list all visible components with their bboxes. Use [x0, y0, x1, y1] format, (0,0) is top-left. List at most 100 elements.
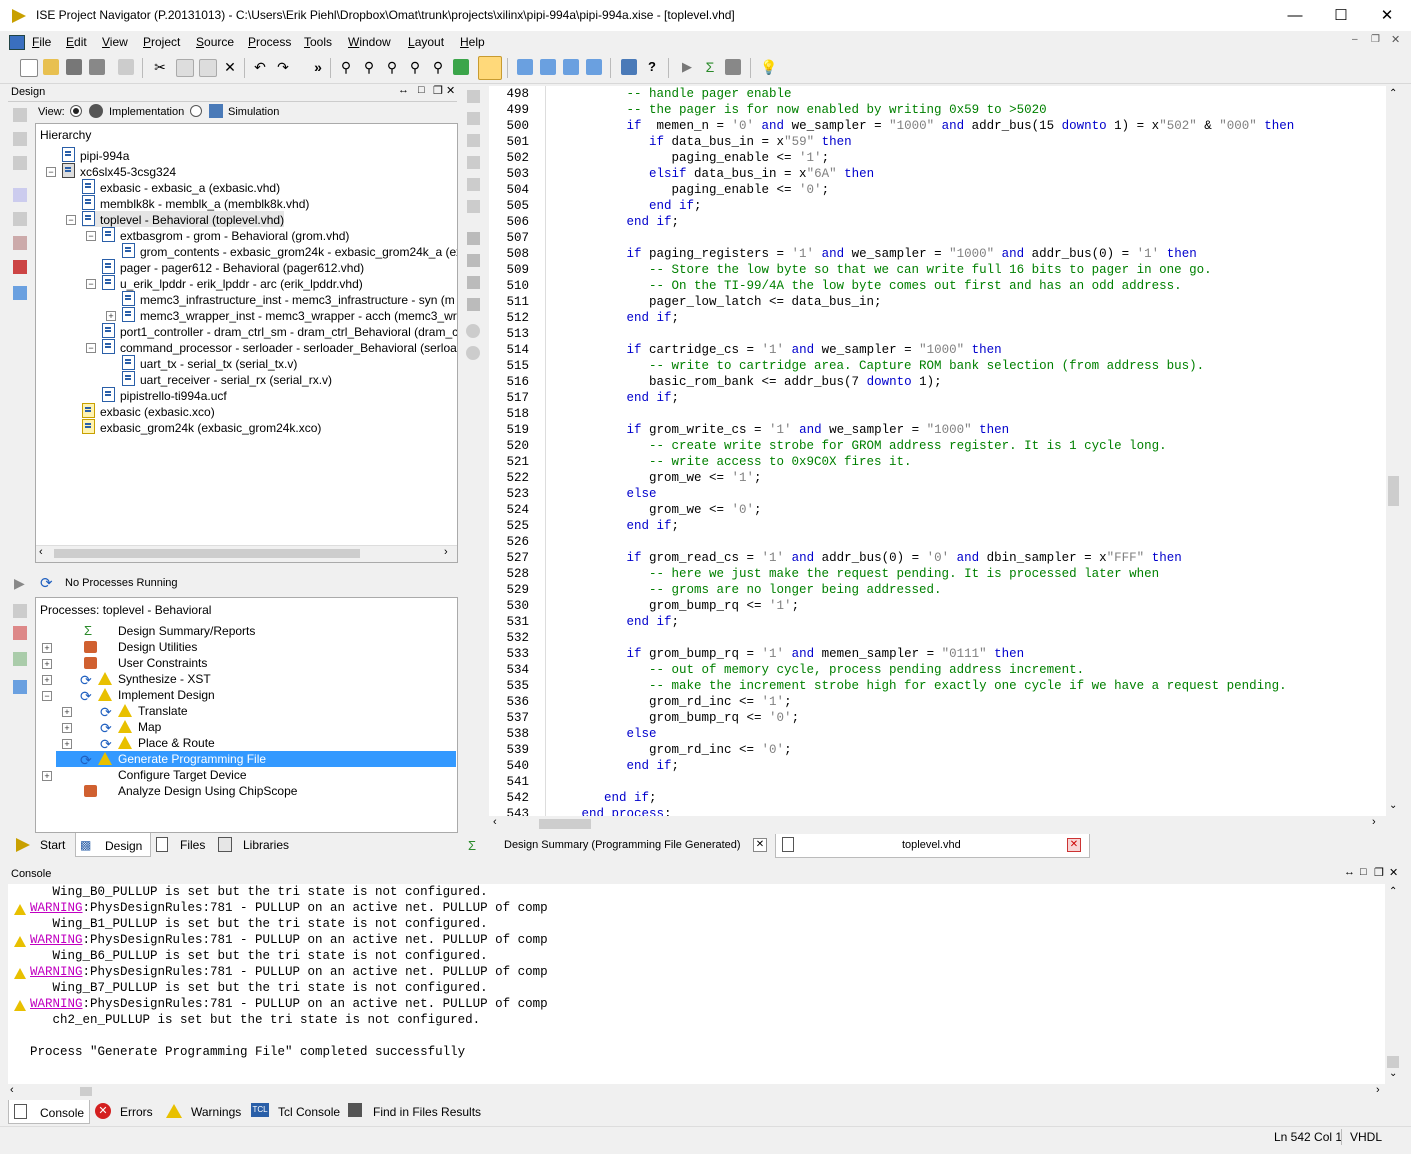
hierarchy-tree-item[interactable]: exbasic - exbasic_a (exbasic.vhd) [82, 179, 280, 195]
code-line[interactable]: if cartridge_cs = '1' and we_sampler = "… [559, 343, 1002, 357]
tab-design-summary[interactable]: Design Summary (Programming File Generat… [504, 839, 741, 851]
process-expander[interactable]: + [42, 675, 52, 685]
code-line[interactable]: end if; [559, 791, 657, 805]
warning-link[interactable]: WARNING [30, 901, 83, 915]
hierarchy-tree-item[interactable]: exbasic_grom24k (exbasic_grom24k.xco) [82, 419, 321, 435]
float-window-icon[interactable] [586, 59, 602, 75]
warning-link[interactable]: WARNING [30, 965, 83, 979]
code-editor[interactable]: 498 -- handle pager enable 499 -- the pag… [489, 86, 1386, 816]
process-expander[interactable]: − [42, 691, 52, 701]
code-line[interactable]: if memen_n = '0' and we_sampler = "1000"… [559, 119, 1295, 133]
panel-float-icon[interactable]: ↔ [398, 84, 409, 96]
process-item[interactable]: ⟳ Translate [56, 703, 456, 720]
code-line[interactable]: -- On the TI-99/4A the low byte comes ou… [559, 279, 1182, 293]
code-line[interactable]: end if; [559, 759, 680, 773]
process-expander[interactable]: + [42, 771, 52, 781]
menu-help[interactable]: Help [460, 35, 485, 49]
code-line[interactable]: -- make the increment strobe high for ex… [559, 679, 1287, 693]
mdi-minimize-icon[interactable]: – [1352, 34, 1358, 45]
code-line[interactable]: grom_we <= '1'; [559, 471, 762, 485]
code-line[interactable]: end if; [559, 199, 702, 213]
code-line[interactable]: end if; [559, 391, 680, 405]
code-line[interactable]: -- handle pager enable [559, 87, 792, 101]
find-icon[interactable]: ⚲ [430, 59, 446, 75]
menu-process[interactable]: Process [248, 35, 291, 49]
tab-warnings[interactable]: Warnings [191, 1105, 241, 1119]
hierarchy-tree-item[interactable]: xc6slx45-3csg324 [62, 163, 176, 179]
panel-minimize-icon[interactable]: □ [418, 84, 425, 96]
console-float-icon[interactable]: ↔ [1344, 866, 1355, 878]
hierarchy-tree-item[interactable]: uart_tx - serial_tx (serial_tx.v) [122, 355, 297, 371]
code-line[interactable]: -- write access to 0x9C0X fires it. [559, 455, 912, 469]
hierarchy-tree-item[interactable]: port1_controller - dram_ctrl_sm - dram_c… [102, 323, 457, 339]
menu-file[interactable]: File [32, 35, 51, 49]
tree-expander[interactable]: − [86, 279, 96, 289]
console-minimize-icon[interactable]: □ [1360, 866, 1367, 878]
code-line[interactable]: grom_bump_rq <= '0'; [559, 711, 799, 725]
warning-link[interactable]: WARNING [30, 997, 83, 1011]
redo-icon[interactable]: ↷ [275, 59, 291, 75]
process-item[interactable]: ⟳ Map [56, 719, 456, 736]
open-folder-icon[interactable] [43, 59, 59, 75]
code-line[interactable]: -- create write strobe for GROM address … [559, 439, 1167, 453]
paste-icon[interactable] [199, 59, 217, 77]
app-menu-icon[interactable] [9, 35, 25, 50]
save-icon[interactable] [66, 59, 82, 75]
tree-expander[interactable]: − [66, 215, 76, 225]
tile-horizontal-icon[interactable] [540, 59, 556, 75]
help-cursor-icon[interactable]: ? [644, 59, 660, 75]
menu-source[interactable]: Source [196, 35, 234, 49]
editor-horizontal-scrollbar[interactable]: ‹ › [489, 816, 1386, 832]
console-close-icon[interactable]: ✕ [1389, 866, 1398, 879]
hierarchy-tree-item[interactable]: exbasic (exbasic.xco) [82, 403, 215, 419]
tile-vertical-icon[interactable] [563, 59, 579, 75]
tree-expander[interactable]: + [106, 311, 116, 321]
cascade-icon[interactable] [517, 59, 533, 75]
new-source-icon[interactable] [13, 108, 27, 122]
close-design-summary-tab-icon[interactable]: ✕ [753, 838, 767, 852]
undo-icon[interactable]: ↶ [252, 59, 268, 75]
code-line[interactable]: end if; [559, 311, 680, 325]
bookmark-next-icon[interactable] [467, 254, 480, 267]
simulation-radio[interactable] [190, 105, 202, 117]
mdi-close-icon[interactable]: ✕ [1391, 33, 1400, 46]
process-item[interactable]: Σ Design Summary/Reports [56, 623, 456, 639]
save-all-icon[interactable] [89, 59, 105, 75]
process-item[interactable]: ⟳ Generate Programming File [56, 751, 456, 768]
process-item[interactable]: Analyze Design Using ChipScope [56, 783, 456, 799]
hierarchy-tree-item[interactable]: pager - pager612 - Behavioral (pager612.… [102, 259, 364, 275]
expand-panel-icon[interactable] [13, 286, 27, 300]
console-output[interactable]: Wing_B0_PULLUP is set but the tri state … [8, 884, 1385, 1084]
code-line[interactable]: if paging_registers = '1' and we_sampler… [559, 247, 1197, 261]
panel-restore-icon[interactable]: ❐ [433, 84, 443, 97]
tab-toplevel[interactable]: toplevel.vhd [902, 839, 961, 851]
process-item[interactable]: ⟳ Synthesize - XST [56, 671, 456, 688]
menu-project[interactable]: Project [143, 35, 180, 49]
code-line[interactable]: if grom_read_cs = '1' and addr_bus(0) = … [559, 551, 1182, 565]
run-icon[interactable]: ▶ [679, 59, 695, 75]
chipscope-icon[interactable] [725, 59, 741, 75]
hierarchy-tree-item[interactable]: uart_receiver - serial_rx (serial_rx.v) [122, 371, 332, 387]
hierarchy-view-icon[interactable] [478, 56, 502, 80]
code-line[interactable]: -- write to cartridge area. Capture ROM … [559, 359, 1204, 373]
process-item[interactable]: Design Utilities [56, 639, 456, 655]
close-toplevel-tab-icon[interactable]: ✕ [1067, 838, 1081, 852]
code-line[interactable]: elsif data_bus_in = x"6A" then [559, 167, 874, 181]
tree-expander[interactable]: − [86, 231, 96, 241]
code-line[interactable]: end if; [559, 615, 680, 629]
code-line[interactable]: end if; [559, 215, 680, 229]
properties-icon[interactable] [621, 59, 637, 75]
add-copy-icon[interactable] [13, 156, 27, 170]
rerun-icon[interactable] [13, 604, 27, 618]
goto-back-icon[interactable] [466, 324, 480, 338]
add-source-icon[interactable] [13, 132, 27, 146]
code-line[interactable]: else [559, 487, 657, 501]
cleanup-icon[interactable] [13, 626, 27, 640]
tab-console[interactable]: Console [40, 1106, 84, 1120]
code-line[interactable]: grom_bump_rq <= '1'; [559, 599, 799, 613]
hierarchy-tree-item[interactable]: memc3_wrapper_inst - memc3_wrapper - acc… [122, 307, 457, 323]
code-line[interactable]: basic_rom_bank <= addr_bus(7 downto 1); [559, 375, 942, 389]
report-icon[interactable] [13, 652, 27, 666]
tab-design[interactable]: Design [105, 839, 142, 853]
zoom-out-icon[interactable]: ⚲ [361, 59, 377, 75]
